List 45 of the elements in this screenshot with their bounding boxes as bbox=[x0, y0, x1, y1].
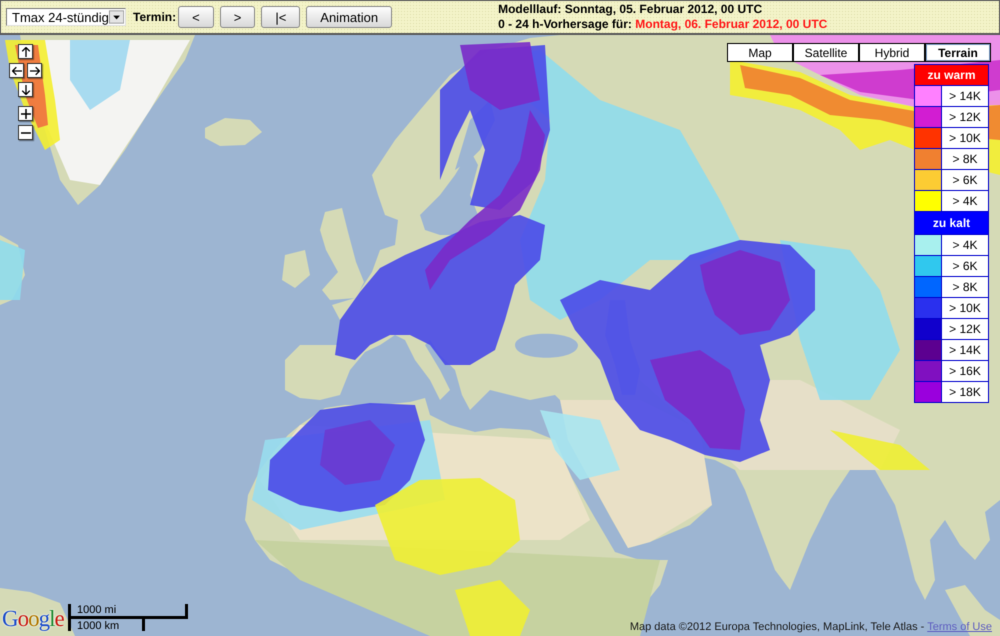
forecast-label: 0 - 24 h-Vorhersage für: bbox=[498, 17, 632, 31]
caret-icon bbox=[108, 10, 124, 24]
pan-up-button[interactable] bbox=[18, 44, 33, 59]
legend-label: > 18K bbox=[942, 382, 988, 402]
map-type-tab[interactable]: Terrain bbox=[925, 43, 991, 62]
legend-label: > 4K bbox=[942, 191, 988, 211]
map-attribution: Map data ©2012 Europa Technologies, MapLink, Tele Atlas - Terms of Use bbox=[630, 621, 992, 633]
scale-label: 1000 km bbox=[77, 620, 120, 632]
pan-down-button[interactable] bbox=[18, 82, 33, 97]
nav-time-button[interactable]: |< bbox=[261, 6, 300, 28]
scale-label: 1000 mi bbox=[77, 604, 116, 616]
terms-of-use-link[interactable]: Terms of Use bbox=[927, 621, 992, 633]
legend-label: > 16K bbox=[942, 361, 988, 381]
nav-time-button[interactable]: Animation bbox=[306, 6, 392, 28]
arrow-down-icon bbox=[20, 84, 30, 94]
pan-left-button[interactable] bbox=[9, 63, 24, 78]
legend-heading: zu kalt bbox=[915, 212, 988, 234]
product-select[interactable]: Tmax 24-stündig bbox=[6, 8, 126, 26]
nav-time-button[interactable]: < bbox=[178, 6, 214, 28]
arrow-up-icon bbox=[20, 46, 30, 56]
arrow-right-icon bbox=[30, 66, 40, 76]
plus-icon bbox=[20, 108, 30, 118]
legend-label: > 10K bbox=[942, 128, 988, 148]
model-run-text: Modelllauf: Sonntag, 05. Februar 2012, 00 UTC bbox=[498, 2, 764, 17]
legend-label: > 8K bbox=[942, 149, 988, 169]
legend-label: > 6K bbox=[942, 256, 988, 276]
map-type-tab[interactable]: Hybrid bbox=[859, 43, 925, 62]
legend-heading: zu warm bbox=[915, 65, 988, 85]
termin-label: Termin: bbox=[133, 10, 176, 24]
arrow-left-icon bbox=[12, 66, 22, 76]
legend-label: > 4K bbox=[942, 235, 988, 255]
nav-time-button[interactable]: > bbox=[220, 6, 256, 28]
zoom-out-button[interactable] bbox=[18, 125, 33, 140]
legend-label: > 8K bbox=[942, 277, 988, 297]
legend-label: > 10K bbox=[942, 298, 988, 318]
map-type-tab[interactable]: Satellite bbox=[793, 43, 859, 62]
legend-label: > 12K bbox=[942, 319, 988, 339]
legend-label: > 12K bbox=[942, 107, 988, 127]
legend-label: > 14K bbox=[942, 86, 988, 106]
legend-label: > 6K bbox=[942, 170, 988, 190]
legend-label: > 14K bbox=[942, 340, 988, 360]
map-type-tab[interactable]: Map bbox=[727, 43, 793, 62]
zoom-in-button[interactable] bbox=[18, 106, 33, 121]
pan-right-button[interactable] bbox=[27, 63, 42, 78]
forecast-date: Montag, 06. Februar 2012, 00 UTC bbox=[635, 17, 828, 31]
